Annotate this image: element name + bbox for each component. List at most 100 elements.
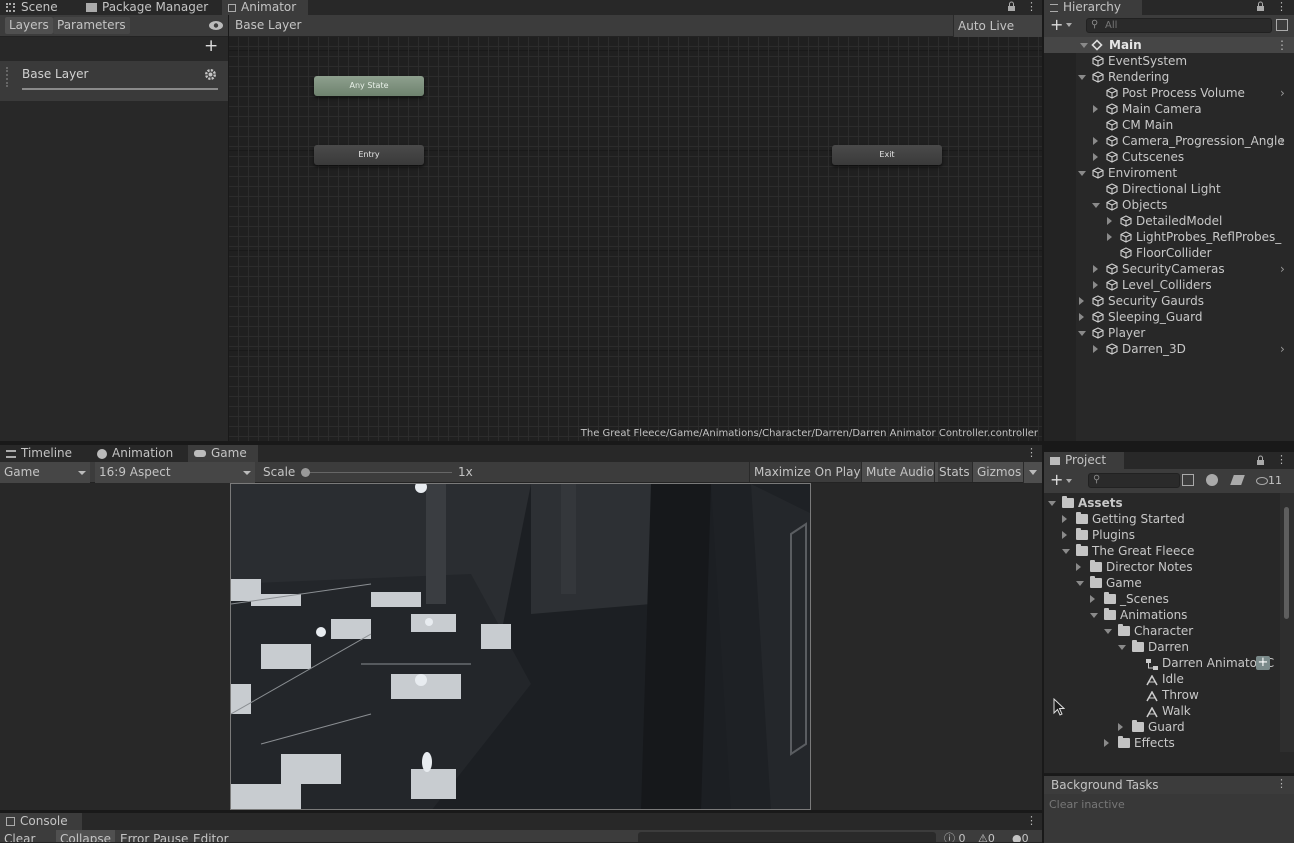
tab-hierarchy[interactable]: Hierarchy bbox=[1044, 0, 1142, 15]
kebab-menu-icon[interactable]: ⋮ bbox=[1276, 777, 1287, 790]
editor-dropdown[interactable]: Editor bbox=[193, 831, 229, 842]
collapse-arrow-icon[interactable] bbox=[1093, 137, 1098, 145]
project-search-input[interactable]: ⚲ bbox=[1088, 473, 1180, 488]
kebab-menu-icon[interactable]: ⋮ bbox=[1026, 447, 1037, 459]
auto-live-link-button[interactable]: Auto Live Link bbox=[953, 15, 1042, 55]
kebab-menu-icon[interactable]: ⋮ bbox=[1026, 815, 1037, 827]
collapse-button[interactable]: Collapse bbox=[56, 830, 115, 842]
expand-arrow-icon[interactable] bbox=[1092, 203, 1100, 208]
clear-inactive-button[interactable]: Clear inactive bbox=[1049, 798, 1125, 811]
project-folder[interactable]: Getting Started bbox=[1044, 511, 1280, 527]
hierarchy-item[interactable]: DetailedModel bbox=[1044, 213, 1294, 229]
expand-arrow-icon[interactable] bbox=[1078, 171, 1086, 176]
collapse-arrow-icon[interactable] bbox=[1093, 105, 1098, 113]
chevron-down-icon[interactable] bbox=[1066, 23, 1072, 27]
kebab-menu-icon[interactable]: ⋮ bbox=[1276, 454, 1287, 466]
gizmos-dropdown[interactable] bbox=[1023, 462, 1042, 483]
add-to-scene-icon[interactable]: + bbox=[1256, 656, 1270, 670]
tab-project[interactable]: Project bbox=[1044, 452, 1124, 469]
project-asset[interactable]: Darren Animator C + bbox=[1044, 655, 1280, 671]
collapse-arrow-icon[interactable] bbox=[1079, 297, 1084, 305]
collapse-arrow-icon[interactable] bbox=[1079, 313, 1084, 321]
project-folder[interactable]: Effects bbox=[1044, 735, 1280, 751]
layer-item-base[interactable]: Base Layer bbox=[0, 61, 228, 101]
project-asset[interactable]: Idle bbox=[1044, 671, 1280, 687]
hierarchy-item[interactable]: SecurityCameras › bbox=[1044, 261, 1294, 277]
project-folder[interactable]: Assets bbox=[1044, 495, 1280, 511]
search-filter-icon[interactable] bbox=[1276, 19, 1288, 31]
hierarchy-item[interactable]: Directional Light bbox=[1044, 181, 1294, 197]
tab-game[interactable]: Game bbox=[188, 445, 258, 462]
maximize-on-play-button[interactable]: Maximize On Play bbox=[749, 462, 865, 482]
collapse-arrow-icon[interactable] bbox=[1062, 515, 1067, 523]
hierarchy-item[interactable]: Camera_Progression_Angle › bbox=[1044, 133, 1294, 149]
filter-by-type-icon[interactable] bbox=[1206, 474, 1218, 486]
tab-console[interactable]: Console bbox=[0, 813, 82, 830]
project-folder[interactable]: The Great Fleece bbox=[1044, 543, 1280, 559]
console-clear-button[interactable]: Clear bbox=[4, 831, 35, 842]
stats-button[interactable]: Stats bbox=[934, 462, 974, 482]
exit-node[interactable]: Exit bbox=[832, 145, 942, 165]
hierarchy-item[interactable]: Rendering bbox=[1044, 69, 1294, 85]
game-viewport[interactable] bbox=[230, 483, 811, 810]
collapse-arrow-icon[interactable] bbox=[1118, 723, 1123, 731]
expand-arrow-icon[interactable] bbox=[1076, 581, 1084, 586]
hierarchy-item[interactable]: FloorCollider bbox=[1044, 245, 1294, 261]
chevron-right-icon[interactable]: › bbox=[1280, 85, 1285, 101]
animator-graph-canvas[interactable]: Any State Entry Exit The Great Fleece/Ga… bbox=[229, 37, 1042, 441]
collapse-arrow-icon[interactable] bbox=[1093, 281, 1098, 289]
hierarchy-item[interactable]: Security Gaurds bbox=[1044, 293, 1294, 309]
expand-arrow-icon[interactable] bbox=[1078, 331, 1086, 336]
expand-arrow-icon[interactable] bbox=[1090, 613, 1098, 618]
collapse-arrow-icon[interactable] bbox=[1107, 233, 1112, 241]
chevron-right-icon[interactable]: › bbox=[1280, 133, 1285, 149]
project-scrollbar[interactable] bbox=[1280, 493, 1294, 752]
gizmos-button[interactable]: Gizmos bbox=[972, 462, 1026, 482]
error-count[interactable]: ●0 bbox=[1012, 831, 1029, 842]
project-folder[interactable]: Guard bbox=[1044, 719, 1280, 735]
kebab-menu-icon[interactable]: ⋮ bbox=[1026, 1, 1037, 13]
project-asset[interactable]: Walk bbox=[1044, 703, 1280, 719]
mute-audio-button[interactable]: Mute Audio bbox=[861, 462, 938, 482]
chevron-right-icon[interactable]: › bbox=[1280, 261, 1285, 277]
warning-count[interactable]: ⚠0 bbox=[978, 831, 995, 842]
project-folder[interactable]: Character bbox=[1044, 623, 1280, 639]
lock-icon[interactable] bbox=[1256, 455, 1265, 466]
lock-icon[interactable] bbox=[1007, 1, 1016, 12]
project-folder[interactable]: Director Notes bbox=[1044, 559, 1280, 575]
lock-icon[interactable] bbox=[1256, 1, 1265, 12]
hierarchy-item[interactable]: Darren_3D › bbox=[1044, 341, 1294, 357]
project-folder[interactable]: _Scenes bbox=[1044, 591, 1280, 607]
layers-tab[interactable]: Layers bbox=[5, 17, 53, 34]
hierarchy-item[interactable]: Sleeping_Guard bbox=[1044, 309, 1294, 325]
add-icon[interactable]: + bbox=[1050, 16, 1063, 34]
hierarchy-item[interactable]: LightProbes_ReflProbes_ bbox=[1044, 229, 1294, 245]
expand-arrow-icon[interactable] bbox=[1048, 501, 1056, 506]
display-dropdown[interactable]: Game bbox=[0, 462, 90, 483]
add-icon[interactable]: + bbox=[1050, 471, 1063, 489]
tab-timeline[interactable]: Timeline bbox=[0, 445, 78, 462]
project-asset[interactable]: Throw bbox=[1044, 687, 1280, 703]
error-pause-button[interactable]: Error Pause bbox=[120, 831, 188, 842]
chevron-down-icon[interactable] bbox=[1066, 479, 1072, 483]
kebab-menu-icon[interactable]: ⋮ bbox=[1276, 37, 1288, 53]
tab-scene[interactable]: Scene bbox=[0, 0, 64, 15]
log-count[interactable]: ⓘ 0 bbox=[944, 831, 966, 842]
hierarchy-item[interactable]: EventSystem bbox=[1044, 53, 1294, 69]
hierarchy-item[interactable]: Level_Colliders bbox=[1044, 277, 1294, 293]
eye-icon[interactable] bbox=[208, 20, 224, 31]
collapse-arrow-icon[interactable] bbox=[1107, 217, 1112, 225]
project-folder[interactable]: Plugins bbox=[1044, 527, 1280, 543]
tab-animator[interactable]: Animator bbox=[222, 0, 308, 15]
hierarchy-item[interactable]: CM Main bbox=[1044, 117, 1294, 133]
expand-arrow-icon[interactable] bbox=[1080, 43, 1088, 48]
console-search-input[interactable] bbox=[638, 832, 936, 842]
hierarchy-item[interactable]: Enviroment bbox=[1044, 165, 1294, 181]
chevron-right-icon[interactable]: › bbox=[1280, 341, 1285, 357]
expand-arrow-icon[interactable] bbox=[1078, 75, 1086, 80]
label-icon[interactable] bbox=[1230, 475, 1245, 485]
aspect-dropdown[interactable]: 16:9 Aspect bbox=[95, 462, 255, 483]
collapse-arrow-icon[interactable] bbox=[1093, 153, 1098, 161]
breadcrumb[interactable]: Base Layer bbox=[235, 18, 302, 32]
tab-package-manager[interactable]: Package Manager bbox=[80, 0, 214, 15]
